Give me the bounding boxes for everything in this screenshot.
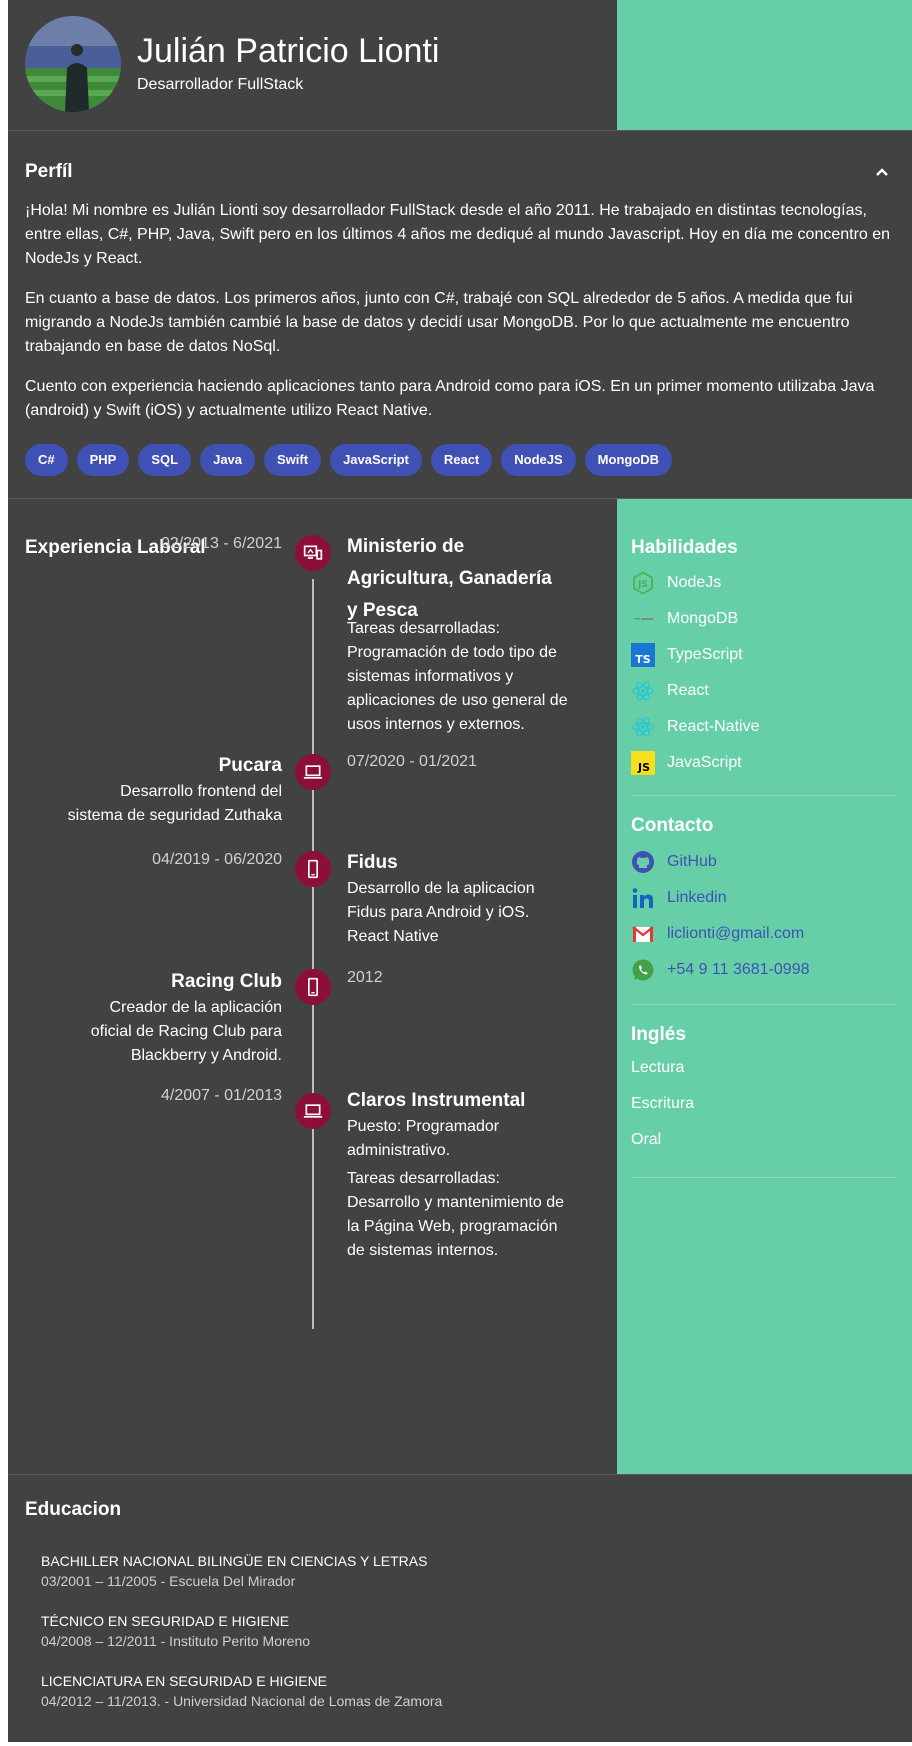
skill-label: NodeJs [667, 574, 722, 591]
sidebar-panel: Habilidades JS NodeJs MongoDB TS TypeScr… [617, 499, 912, 1475]
whatsapp-icon [631, 958, 655, 982]
typescript-icon: TS [631, 643, 655, 667]
edu-sub: 04/2008 – 12/2011 - Instituto Perito Mor… [41, 1633, 311, 1649]
lang-item: Oral [631, 1131, 662, 1148]
perfil-paragraph: En cuanto a base de datos. Los primeros … [25, 290, 853, 355]
edu-item: TÉCNICO EN SEGURIDAD E HIGIENE 04/2008 –… [41, 1613, 310, 1649]
chip[interactable]: React [430, 444, 493, 476]
contacto-title: Contacto [631, 815, 714, 836]
skill-item: React-Native [631, 714, 759, 740]
timeline-line [312, 579, 314, 1329]
timeline-desc: Desarrollo frontend del sistema de segur… [67, 783, 282, 824]
divider [631, 795, 897, 796]
lang-item: Escritura [631, 1095, 695, 1112]
contact-item[interactable]: liclionti@gmail.com [631, 921, 804, 947]
habilidades-title: Habilidades [631, 537, 738, 558]
contact-item[interactable]: +54 9 11 3681-0998 [631, 957, 810, 983]
contact-label[interactable]: Linkedin [667, 889, 727, 907]
lang-item: Lectura [631, 1059, 685, 1076]
chip[interactable]: Java [200, 444, 256, 476]
linkedin-icon [631, 886, 655, 910]
svg-text:TS: TS [635, 653, 651, 666]
skill-label: JavaScript [667, 754, 742, 771]
react-icon [631, 715, 655, 739]
educacion-card: Educacion BACHILLER NACIONAL BILINGÜE EN… [8, 1474, 912, 1742]
mongodb-icon [631, 607, 655, 631]
ingles-title: Inglés [631, 1024, 686, 1045]
contact-label[interactable]: liclionti@gmail.com [667, 925, 804, 943]
timeline-date: 2012 [347, 969, 383, 986]
react-icon [631, 679, 655, 703]
divider [631, 1004, 897, 1005]
profile-name: Julián Patricio Lionti [137, 32, 440, 70]
skill-item: React [631, 678, 709, 704]
laptop-icon [295, 754, 331, 790]
smartphone-icon [295, 969, 331, 1005]
edu-title: TÉCNICO EN SEGURIDAD E HIGIENE [41, 1613, 290, 1629]
chip[interactable]: Swift [264, 444, 322, 476]
skill-item: JS NodeJs [631, 570, 721, 596]
timeline-title: Fidus [347, 852, 398, 873]
perfil-paragraph: ¡Hola! Mi nombre es Julián Lionti soy de… [25, 202, 891, 267]
timeline-title: Claros Instrumental [347, 1090, 526, 1111]
timeline-date: 4/2007 - 01/2013 [161, 1087, 282, 1104]
skill-label: TypeScript [667, 646, 743, 663]
contact-label[interactable]: GitHub [667, 853, 717, 871]
laptop-icon [295, 1093, 331, 1129]
experiencia-card: Experiencia Laboral 02/2013 - 6/2021 Min… [8, 498, 912, 1475]
timeline-desc: Creador de la aplicación oficial de Raci… [90, 999, 282, 1064]
header-accent-panel [617, 0, 912, 130]
edu-item: BACHILLER NACIONAL BILINGÜE EN CIENCIAS … [41, 1553, 427, 1589]
timeline-title: Racing Club [171, 971, 282, 992]
edu-title: BACHILLER NACIONAL BILINGÜE EN CIENCIAS … [41, 1553, 428, 1569]
divider [631, 1177, 897, 1178]
skill-chips: C# PHP SQL Java Swift JavaScript React N… [25, 444, 673, 476]
contact-item[interactable]: GitHub [631, 849, 717, 875]
gmail-icon [631, 922, 655, 946]
smartphone-icon [295, 851, 331, 887]
skill-label: React-Native [667, 718, 760, 735]
contact-item[interactable]: Linkedin [631, 885, 727, 911]
timeline-desc: Tareas desarrolladas: Desarrollo y mante… [347, 1170, 564, 1259]
skill-item: JS JavaScript [631, 750, 742, 776]
edu-sub: 03/2001 – 11/2005 - Escuela Del Mirador [41, 1573, 296, 1589]
chip[interactable]: SQL [138, 444, 192, 476]
chip[interactable]: NodeJS [501, 444, 576, 476]
contact-label[interactable]: +54 9 11 3681-0998 [667, 961, 810, 979]
timeline-title: Pucara [218, 755, 282, 776]
timeline-date: 07/2020 - 01/2021 [347, 753, 477, 770]
chip[interactable]: C# [25, 444, 68, 476]
educacion-title: Educacion [25, 1499, 122, 1520]
timeline-desc: Puesto: Programador administrativo. [347, 1118, 500, 1159]
javascript-icon: JS [631, 751, 655, 775]
chevron-up-icon[interactable] [870, 161, 894, 185]
monitor-phone-icon [295, 535, 331, 571]
perfil-title: Perfíl [25, 161, 73, 182]
svg-text:JS: JS [637, 580, 648, 590]
edu-item: LICENCIATURA EN SEGURIDAD E HIGIENE 04/2… [41, 1673, 442, 1709]
svg-text:JS: JS [637, 761, 650, 774]
chip[interactable]: PHP [76, 444, 130, 476]
timeline-desc: Tareas desarrolladas: Programación de to… [347, 620, 568, 733]
perfil-card: Perfíl ¡Hola! Mi nombre es Julián Lionti… [8, 130, 912, 498]
perfil-paragraph: Cuento con experiencia haciendo aplicaci… [25, 378, 875, 419]
chip[interactable]: JavaScript [330, 444, 422, 476]
timeline-desc: Desarrollo de la aplicacion Fidus para A… [347, 880, 535, 945]
header-card: Julián Patricio Lionti Desarrollador Ful… [8, 0, 912, 130]
timeline-title: Ministerio de Agricultura, Ganadería y P… [347, 536, 552, 621]
skill-item: MongoDB [631, 606, 738, 632]
skill-label: React [667, 682, 709, 699]
skill-item: TS TypeScript [631, 642, 743, 668]
github-icon [631, 850, 655, 874]
edu-title: LICENCIATURA EN SEGURIDAD E HIGIENE [41, 1673, 328, 1689]
timeline-date: 02/2013 - 6/2021 [161, 535, 282, 552]
avatar-photo [25, 16, 121, 112]
edu-sub: 04/2012 – 11/2013. - Universidad Naciona… [41, 1693, 443, 1709]
timeline-date: 04/2019 - 06/2020 [152, 851, 282, 868]
chip[interactable]: MongoDB [584, 444, 673, 476]
nodejs-icon: JS [631, 571, 655, 595]
profile-role: Desarrollador FullStack [137, 76, 304, 93]
avatar [25, 16, 121, 112]
skill-label: MongoDB [667, 610, 739, 627]
